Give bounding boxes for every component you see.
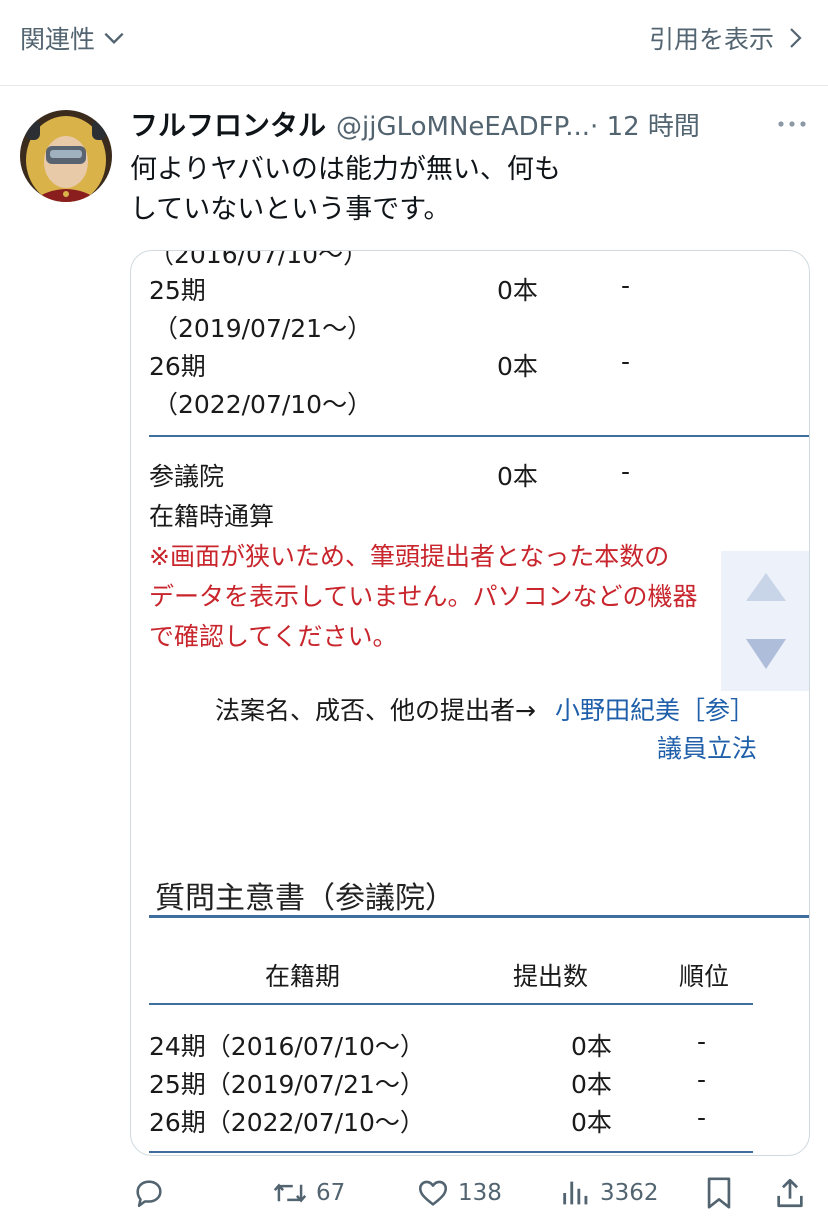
divider [149, 1003, 753, 1005]
header-period: 在籍期 [265, 962, 341, 991]
tweet-header: フルフロンタル @jjGLoMNeEADFP... · 12 時間 [130, 104, 810, 148]
chevron-down-icon [101, 25, 127, 51]
user-handle[interactable]: @jjGLoMNeEADFP... [336, 112, 590, 142]
avatar[interactable] [20, 110, 112, 202]
views-button[interactable]: 3362 [560, 1176, 659, 1210]
notice-line1: ※画面が狭いため、筆頭提出者となった本数の [149, 542, 670, 571]
table-row-rank: - [697, 1065, 707, 1094]
row-date: （2022/07/10～） [153, 390, 373, 419]
reply-button[interactable] [132, 1176, 166, 1210]
table-row-period: 25期（2019/07/21～） [149, 1070, 425, 1099]
bill-link-member[interactable]: 小野田紀美［参］ [555, 691, 755, 727]
retweet-count: 67 [316, 1180, 346, 1206]
table-row-count: 0本 [571, 1108, 612, 1137]
heart-icon [416, 1176, 450, 1210]
total-label-sub: 在籍時通算 [149, 502, 275, 531]
attached-image[interactable]: （2016/07/10～） 25期 0本 - （2019/07/21～） 26期… [130, 250, 810, 1156]
table-row-period: 26期（2022/07/10～） [149, 1108, 425, 1137]
table-row-rank: - [697, 1027, 707, 1056]
views-count: 3362 [600, 1180, 659, 1206]
header-count: 提出数 [513, 962, 589, 991]
row-count: 0本 [497, 352, 538, 381]
total-label: 参議院 [149, 462, 225, 491]
row-rank: - [621, 347, 631, 376]
divider [149, 435, 809, 437]
view-quotes-label: 引用を表示 [648, 25, 774, 54]
chevron-right-icon [784, 25, 806, 51]
scroll-up-icon [746, 573, 786, 601]
row-rank: - [621, 271, 631, 300]
divider [149, 1151, 753, 1153]
question-heading: 質問主意書（参議院） [155, 881, 455, 916]
total-rank: - [621, 457, 631, 486]
row-period: 25期 [149, 276, 206, 305]
share-button[interactable] [774, 1176, 806, 1210]
table-row-count: 0本 [571, 1070, 612, 1099]
tweet-actions: 67 138 3362 [0, 1166, 828, 1222]
tweet-text-line2: していないという事です。 [130, 194, 451, 225]
tweet-text-line1: 何よりヤバいのは能力が無い、何も [130, 154, 561, 185]
relevance-sort-button[interactable]: 関連性 [20, 20, 127, 56]
reply-icon [132, 1176, 166, 1210]
more-dots-icon[interactable] [776, 112, 808, 136]
display-name[interactable]: フルフロンタル [130, 104, 326, 144]
table-row-period: 24期（2016/07/10～） [149, 1032, 425, 1061]
notice-line3: で確認してください。 [149, 622, 398, 651]
share-icon [774, 1176, 806, 1210]
relevance-label: 関連性 [20, 25, 96, 54]
row-count: 0本 [497, 276, 538, 305]
scroll-arrows [721, 551, 809, 691]
retweet-icon [272, 1176, 308, 1210]
table-row-count: 0本 [571, 1032, 612, 1061]
notice-line2: データを表示していません。パソコンなどの機器 [149, 582, 698, 611]
like-count: 138 [458, 1180, 502, 1206]
bookmark-icon [704, 1176, 734, 1210]
view-quotes-button[interactable]: 引用を表示 [649, 20, 806, 56]
total-count: 0本 [497, 462, 538, 491]
scroll-down-icon [746, 639, 786, 669]
bookmark-button[interactable] [704, 1176, 734, 1210]
divider [149, 915, 809, 918]
tweet-text: 何よりヤバいのは能力が無い、何も していないという事です。 [130, 150, 650, 230]
like-button[interactable]: 138 [416, 1176, 502, 1210]
timestamp[interactable]: · 12 時間 [590, 106, 700, 143]
cut-off-date: （2016/07/10～） [149, 250, 369, 269]
conversation-topbar: 関連性 引用を表示 [0, 0, 828, 86]
table-row-rank: - [697, 1103, 707, 1132]
header-rank: 順位 [679, 962, 730, 991]
views-icon [560, 1176, 592, 1210]
row-date: （2019/07/21～） [153, 314, 373, 343]
bill-text: 法案名、成否、他の提出者→ [215, 696, 536, 725]
row-period: 26期 [149, 352, 206, 381]
bill-link-legislation[interactable]: 議員立法 [657, 729, 757, 765]
retweet-button[interactable]: 67 [272, 1176, 345, 1210]
